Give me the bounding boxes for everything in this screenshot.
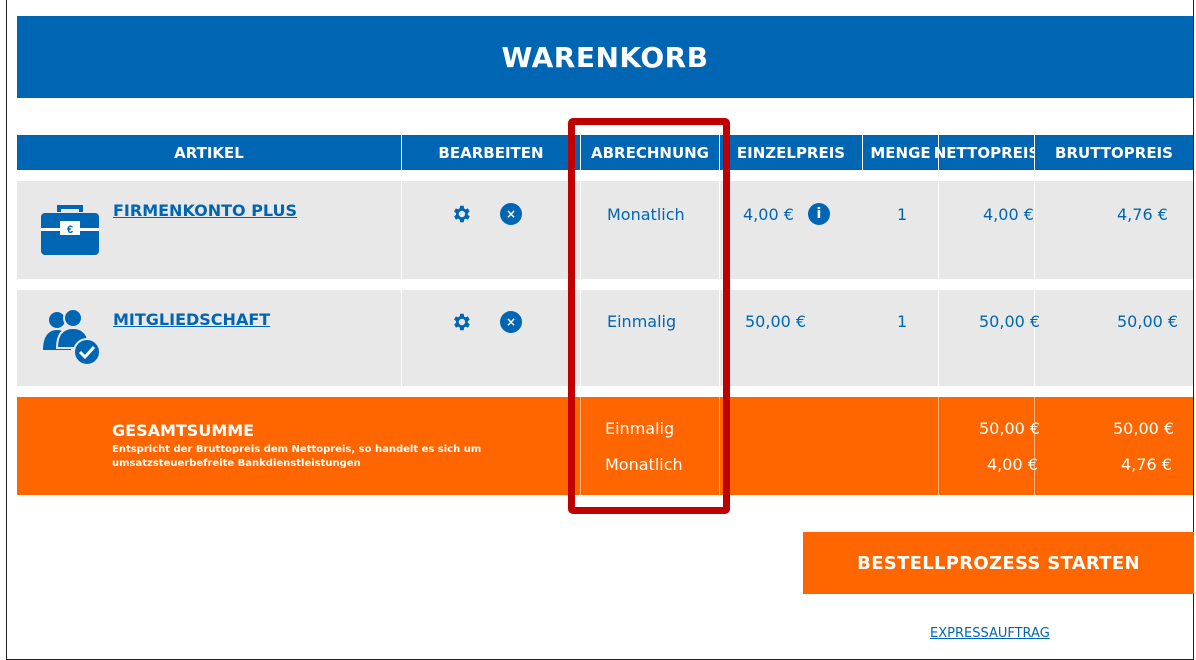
remove-item-button[interactable]: × xyxy=(500,203,522,225)
close-icon: × xyxy=(505,207,517,221)
remove-item-button[interactable]: × xyxy=(500,311,522,333)
gear-icon[interactable] xyxy=(450,203,472,225)
total-net-onetime: 50,00 € xyxy=(979,419,1041,438)
close-icon: × xyxy=(505,315,517,329)
page-title: WARENKORB xyxy=(17,16,1193,98)
start-order-button[interactable]: BESTELLPROZESS STARTEN xyxy=(803,532,1194,594)
item-link-firmenkonto-plus[interactable]: FIRMENKONTO PLUS xyxy=(113,201,297,220)
col-header-artikel: ARTIKEL xyxy=(17,135,401,170)
total-gross-monthly: 4,76 € xyxy=(1121,455,1172,474)
abrechnung-highlight-box xyxy=(568,118,730,514)
total-note: Entspricht der Bruttopreis dem Nettoprei… xyxy=(112,444,482,469)
quantity: 1 xyxy=(897,205,908,224)
net-price: 4,00 € xyxy=(983,205,1034,224)
total-gross-onetime: 50,00 € xyxy=(1113,419,1175,438)
quantity: 1 xyxy=(897,312,908,331)
col-header-bruttopreis: BRUTTOPREIS xyxy=(1035,135,1193,170)
info-icon[interactable]: i xyxy=(807,203,830,225)
gross-price: 4,76 € xyxy=(1117,205,1168,224)
total-net-monthly: 4,00 € xyxy=(987,455,1038,474)
col-header-einzelpreis: EINZELPREIS xyxy=(720,135,862,170)
unit-price: 50,00 € xyxy=(745,312,807,331)
net-price: 50,00 € xyxy=(979,312,1041,331)
item-link-mitgliedschaft[interactable]: MITGLIEDSCHAFT xyxy=(113,310,270,329)
briefcase-euro-icon: € xyxy=(41,205,99,255)
col-header-bearbeiten: BEARBEITEN xyxy=(402,135,580,170)
unit-price: 4,00 € xyxy=(743,204,794,224)
members-check-icon xyxy=(43,308,101,366)
col-header-menge: MENGE xyxy=(863,135,938,170)
express-order-link[interactable]: EXPRESSAUFTRAG xyxy=(930,626,1050,641)
svg-text:€: € xyxy=(67,224,73,236)
col-header-nettopreis: NETTOPREIS xyxy=(934,135,1039,170)
gear-icon[interactable] xyxy=(450,311,472,333)
gross-price: 50,00 € xyxy=(1117,312,1179,331)
total-label: GESAMTSUMME xyxy=(112,421,255,440)
